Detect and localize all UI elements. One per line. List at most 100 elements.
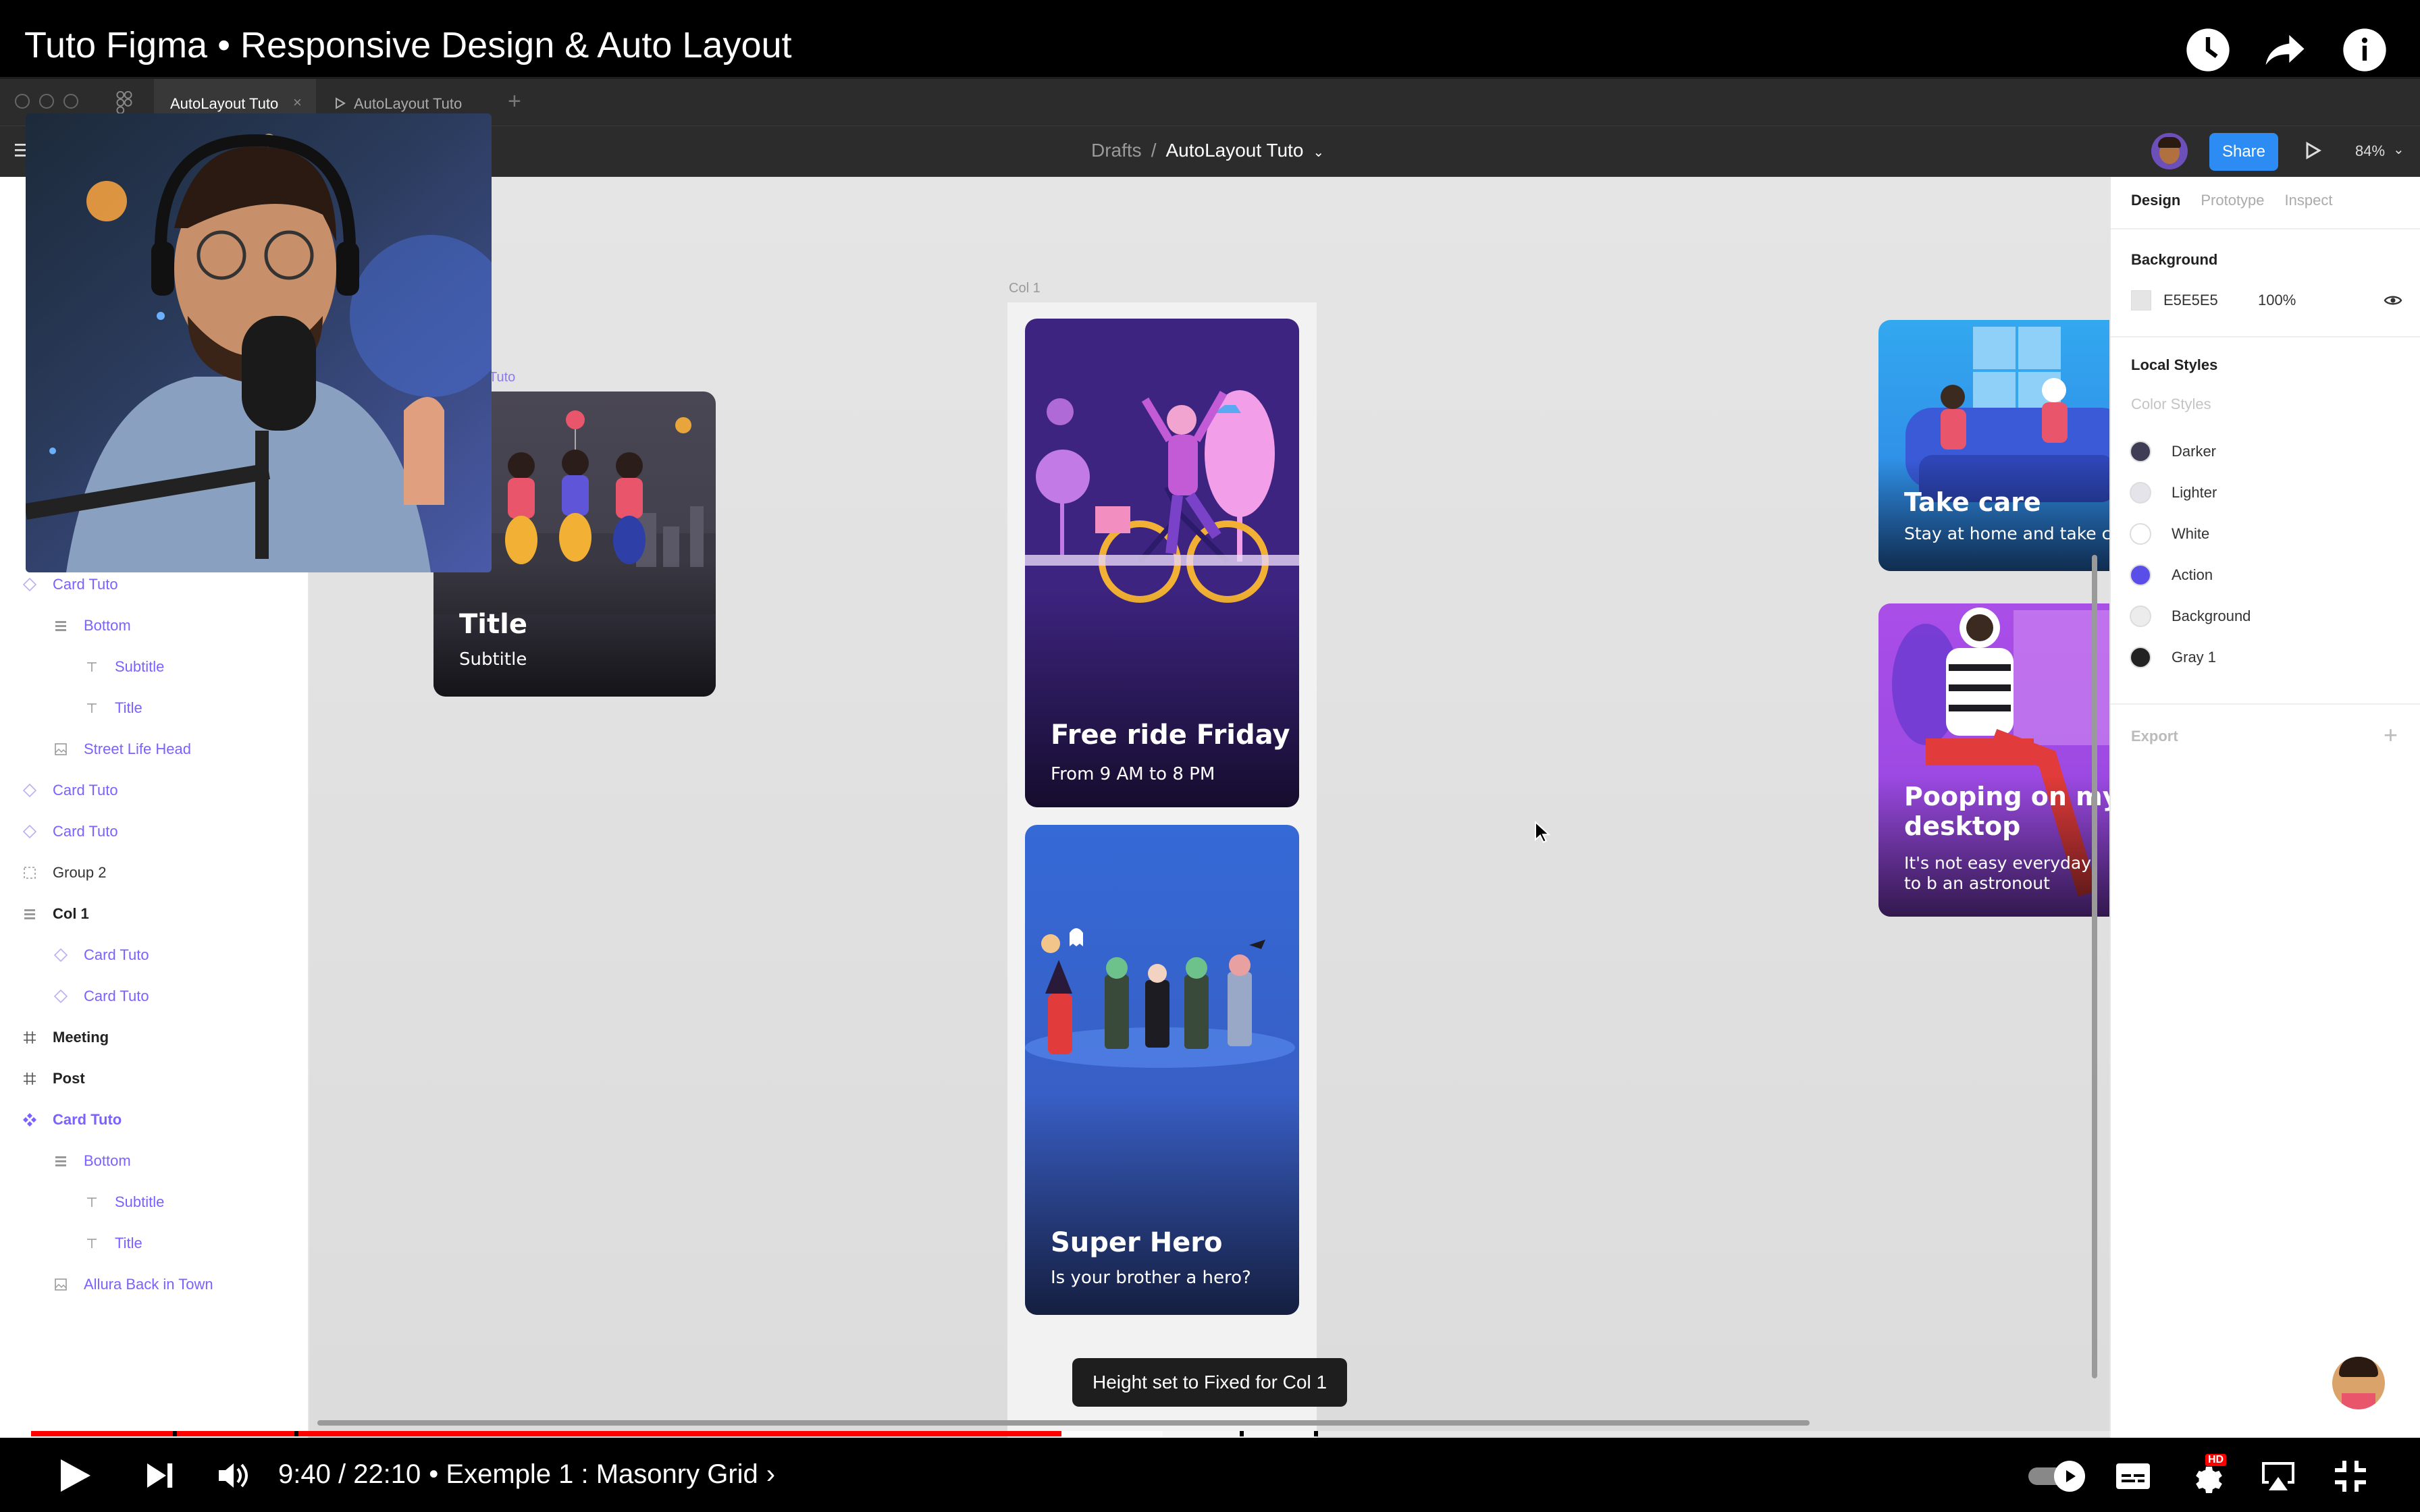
breadcrumb-drafts[interactable]: Drafts xyxy=(1091,140,1142,161)
video-player: Tuto Figma • Responsive Design & Auto La… xyxy=(0,0,2420,1512)
chevron-right-icon[interactable]: › xyxy=(766,1459,775,1490)
component-instance-icon xyxy=(51,946,70,965)
chevron-down-icon[interactable]: ⌄ xyxy=(1313,140,1324,161)
layer-row[interactable]: Bottom xyxy=(51,1141,131,1181)
zoom-chevron-icon[interactable]: ⌄ xyxy=(2393,141,2404,158)
video-progress-bar[interactable] xyxy=(31,1431,2389,1436)
figma-canvas[interactable]: Tuto Title Subtitle Col 1 Free ride Frid… xyxy=(309,177,2109,1508)
color-style-row[interactable]: Action xyxy=(2130,558,2213,592)
layer-label: Allura Back in Town xyxy=(84,1276,213,1293)
tab-prototype[interactable]: Prototype xyxy=(2201,192,2264,209)
airplay-icon[interactable] xyxy=(2258,1459,2298,1493)
card-free-ride-subtitle: From 9 AM to 8 PM xyxy=(1051,764,1215,784)
channel-avatar[interactable] xyxy=(2332,1357,2385,1409)
divider xyxy=(2111,703,2420,705)
card-take-care[interactable]: Take care Stay at home and take ca xyxy=(1878,320,2109,571)
layer-row[interactable]: Card Tuto xyxy=(20,811,118,852)
layer-label: Title xyxy=(115,699,142,716)
layer-label: Col 1 xyxy=(53,905,89,922)
color-swatch xyxy=(2130,605,2151,627)
layer-row[interactable]: Card Tuto xyxy=(20,770,118,811)
color-style-row[interactable]: Background xyxy=(2130,599,2251,633)
layer-row[interactable]: Group 2 xyxy=(20,853,107,893)
layer-row[interactable]: Subtitle xyxy=(82,1182,164,1222)
close-tab-icon[interactable]: × xyxy=(293,94,302,111)
color-style-name: Action xyxy=(2172,566,2213,583)
exit-fullscreen-icon[interactable] xyxy=(2334,1459,2367,1493)
card-title-heading: Title xyxy=(459,609,527,640)
next-video-icon[interactable] xyxy=(144,1461,174,1490)
color-style-row[interactable]: Gray 1 xyxy=(2130,641,2216,674)
time-display: 9:40 / 22:10 xyxy=(278,1459,421,1489)
divider xyxy=(2111,336,2420,338)
color-style-name: Lighter xyxy=(2172,484,2217,501)
add-export-icon[interactable]: + xyxy=(2384,721,2398,749)
settings-gear-icon[interactable]: HD xyxy=(2188,1454,2227,1494)
share-arrow-icon[interactable] xyxy=(2259,24,2311,76)
bg-color-swatch[interactable] xyxy=(2131,290,2151,310)
volume-icon[interactable] xyxy=(216,1459,250,1492)
layer-row[interactable]: Subtitle xyxy=(82,647,164,687)
layer-row[interactable]: Card Tuto xyxy=(51,976,149,1017)
new-tab-icon[interactable]: + xyxy=(508,88,521,115)
card-title-subtitle: Subtitle xyxy=(459,649,527,670)
subtitles-icon[interactable] xyxy=(2115,1462,2151,1490)
play-icon xyxy=(335,97,346,109)
component-icon xyxy=(20,1110,39,1129)
color-style-row[interactable]: White xyxy=(2130,517,2209,551)
tab-label: AutoLayout Tuto xyxy=(170,95,279,112)
background-heading: Background xyxy=(2131,251,2218,268)
canvas-vertical-scrollbar[interactable] xyxy=(2092,555,2097,1378)
layer-row[interactable]: Street Life Head xyxy=(51,729,191,770)
zoom-level[interactable]: 84% xyxy=(2355,142,2385,160)
color-swatch xyxy=(2130,441,2151,462)
canvas-horizontal-scrollbar[interactable] xyxy=(317,1420,1810,1426)
eye-icon[interactable] xyxy=(2384,293,2402,308)
bg-opacity-value[interactable]: 100% xyxy=(2258,292,2296,309)
share-button[interactable]: Share xyxy=(2209,133,2278,171)
layer-row[interactable]: Col 1 xyxy=(20,894,89,934)
avatar[interactable] xyxy=(2151,133,2188,169)
webcam-overlay xyxy=(26,113,492,572)
tab-inspect[interactable]: Inspect xyxy=(2285,192,2333,209)
layer-row[interactable]: Card Tuto xyxy=(51,935,149,975)
chapter-title[interactable]: • Exemple 1 : Masonry Grid xyxy=(429,1459,758,1490)
layer-row[interactable]: Post xyxy=(20,1058,85,1099)
file-name[interactable]: AutoLayout Tuto xyxy=(1165,140,1303,161)
color-style-row[interactable]: Darker xyxy=(2130,435,2216,468)
figma-logo-icon[interactable] xyxy=(116,91,132,114)
card-super-hero[interactable]: Super Hero Is your brother a hero? xyxy=(1025,825,1299,1315)
layer-row[interactable]: Allura Back in Town xyxy=(51,1264,213,1305)
presenter-image xyxy=(26,134,492,572)
layer-label: Post xyxy=(53,1070,85,1087)
layer-row[interactable]: Meeting xyxy=(20,1017,109,1058)
layer-label: Card Tuto xyxy=(53,782,118,799)
color-style-row[interactable]: Lighter xyxy=(2130,476,2217,510)
bike-illustration xyxy=(1025,319,1299,629)
color-style-name: Gray 1 xyxy=(2172,649,2217,666)
layer-row[interactable]: Card Tuto xyxy=(20,1100,122,1140)
tab-label: AutoLayout Tuto xyxy=(354,95,463,112)
video-title: Tuto Figma • Responsive Design & Auto La… xyxy=(24,25,792,65)
layer-label: Card Tuto xyxy=(53,576,118,593)
card-free-ride-title: Free ride Friday xyxy=(1051,720,1290,751)
tab-design[interactable]: Design xyxy=(2131,192,2180,209)
color-swatch xyxy=(2130,564,2151,586)
card-pooping[interactable]: Pooping on my desktop It's not easy ever… xyxy=(1878,603,2109,917)
window-controls[interactable] xyxy=(15,94,78,109)
text-icon xyxy=(82,1234,101,1253)
watch-later-icon[interactable] xyxy=(2182,24,2234,76)
card-free-ride[interactable]: Free ride Friday From 9 AM to 8 PM xyxy=(1025,319,1299,807)
present-play-icon[interactable] xyxy=(2305,141,2321,160)
text-icon xyxy=(82,657,101,676)
autoplay-toggle[interactable] xyxy=(2026,1461,2086,1492)
layer-label: Card Tuto xyxy=(53,1111,122,1128)
info-icon[interactable] xyxy=(2339,24,2390,76)
layer-row[interactable]: Title xyxy=(82,1223,142,1264)
local-styles-heading: Local Styles xyxy=(2131,356,2218,373)
card-super-hero-subtitle: Is your brother a hero? xyxy=(1051,1268,1251,1288)
layer-row[interactable]: Bottom xyxy=(51,605,131,646)
bg-hex-value[interactable]: E5E5E5 xyxy=(2163,292,2218,309)
layer-row[interactable]: Title xyxy=(82,688,142,728)
play-button-icon[interactable] xyxy=(58,1457,93,1494)
